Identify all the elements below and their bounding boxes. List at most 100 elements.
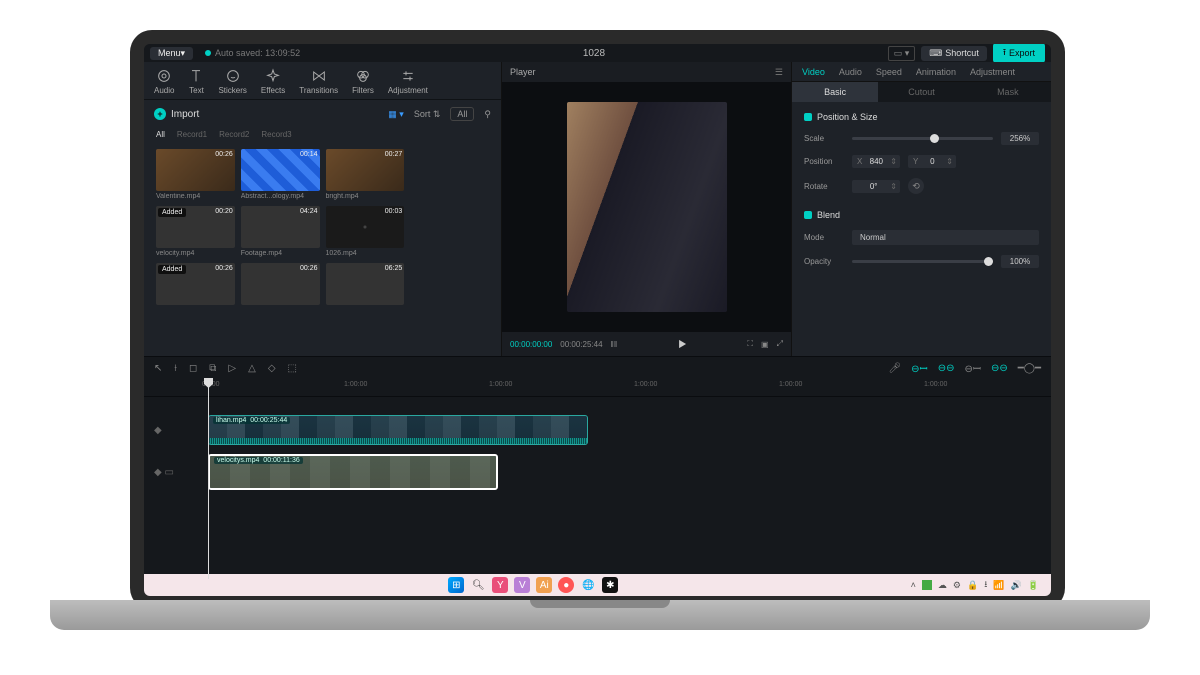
track-toggle-icon[interactable]: ◆ ▭ xyxy=(154,467,184,478)
export-button[interactable]: ⭱ Export xyxy=(993,44,1045,63)
lib-tab-r3[interactable]: Record3 xyxy=(261,130,291,139)
tab-speed[interactable]: Speed xyxy=(876,67,902,77)
tab-audio[interactable]: Audio xyxy=(839,67,862,77)
subtab-basic[interactable]: Basic xyxy=(792,82,878,102)
rotate-reset-icon[interactable]: ⟲ xyxy=(908,178,924,194)
scale-value[interactable]: 256% xyxy=(1001,132,1039,145)
media-item[interactable]: Added00:20velocity.mp4 xyxy=(156,206,235,257)
media-item[interactable]: 00:14Abstract...ology.mp4 xyxy=(241,149,320,200)
tool-effects[interactable]: Effects xyxy=(261,68,285,95)
tool-transitions[interactable]: Transitions xyxy=(299,68,338,95)
link4-icon[interactable]: ⊖⊖ xyxy=(991,363,1008,374)
view-grid-icon[interactable]: ▦ ▾ xyxy=(388,109,404,120)
position-label: Position xyxy=(804,157,844,166)
system-tray[interactable]: ˄ ☁⚙🔒⭳📶🔊🔋 xyxy=(911,577,1039,593)
media-item[interactable]: Added00:26 xyxy=(156,263,235,305)
media-item[interactable]: 04:24Footage.mp4 xyxy=(241,206,320,257)
rotate-input[interactable]: 0°⇕ xyxy=(852,180,900,193)
fullscreen-icon[interactable]: ⤢ xyxy=(777,339,783,349)
search-icon[interactable]: ⚲ xyxy=(484,109,491,120)
position-y-input[interactable]: Y0⇕ xyxy=(908,155,956,168)
crop2-icon[interactable]: ⬚ xyxy=(288,363,297,374)
timeline-panel: ↖ ⟊ ◻ ⧉ ▷ △ ◇ ⬚ 🎤︎ ⊖ꟷ ⊖⊖ ⊖ꟷ ⊖⊖ ━◯━ 00:00… xyxy=(144,356,1051,574)
link2-icon[interactable]: ⊖⊖ xyxy=(938,363,955,374)
play-icon[interactable]: ▷ xyxy=(228,363,236,374)
lib-tab-all[interactable]: All xyxy=(156,130,165,139)
player-menu-icon[interactable]: ☰ xyxy=(775,67,783,78)
app-icon[interactable]: ● xyxy=(558,577,574,593)
timeline-tracks[interactable]: ◆ lihan.mp4 00:00:25:44 ◆ ▭ velocitys.mp… xyxy=(144,397,1051,574)
media-item[interactable]: 00:031026.mp4 xyxy=(326,206,405,257)
media-item[interactable]: 00:26Valentine.mp4 xyxy=(156,149,235,200)
tool-filters[interactable]: Filters xyxy=(352,68,374,95)
lib-tab-r1[interactable]: Record1 xyxy=(177,130,207,139)
opacity-label: Opacity xyxy=(804,257,844,266)
diamond-icon[interactable]: ◇ xyxy=(268,363,276,374)
media-item[interactable]: 00:26 xyxy=(241,263,320,305)
warn-icon[interactable]: △ xyxy=(248,363,256,374)
shortcut-button[interactable]: ⌨ Shortcut xyxy=(921,46,987,61)
prev-frame-icon[interactable]: ‖‖ xyxy=(611,340,618,349)
crop-icon[interactable]: ◻ xyxy=(189,363,197,374)
position-x-input[interactable]: X840⇕ xyxy=(852,155,900,168)
timeline-toolbar: ↖ ⟊ ◻ ⧉ ▷ △ ◇ ⬚ 🎤︎ ⊖ꟷ ⊖⊖ ⊖ꟷ ⊖⊖ ━◯━ xyxy=(144,357,1051,379)
player-viewport[interactable] xyxy=(502,82,791,332)
search-icon[interactable]: 🔍︎ xyxy=(470,577,486,593)
tab-video[interactable]: Video xyxy=(802,67,825,77)
tool-audio[interactable]: Audio xyxy=(154,68,174,95)
media-grid: 00:26Valentine.mp4 00:14Abstract...ology… xyxy=(144,141,501,356)
scale-fit-icon[interactable]: ⛶ xyxy=(747,339,753,349)
tab-animation[interactable]: Animation xyxy=(916,67,956,77)
media-item[interactable]: 00:27bright.mp4 xyxy=(326,149,405,200)
subtab-mask[interactable]: Mask xyxy=(965,82,1051,102)
player-panel: Player ☰ 00:00:00:00 00:00:25:44 ‖‖ ⛶ ▣ … xyxy=(502,62,792,356)
menu-button[interactable]: Menu▾ xyxy=(150,47,193,60)
ratio-icon[interactable]: ▣ xyxy=(761,340,769,349)
play-icon[interactable] xyxy=(675,337,689,351)
tab-adjustment[interactable]: Adjustment xyxy=(970,67,1015,77)
media-item[interactable]: 06:25 xyxy=(326,263,405,305)
clip-velocitys[interactable]: velocitys.mp4 00:00:11:36 xyxy=(208,454,498,490)
edge-icon[interactable]: 🌐 xyxy=(580,577,596,593)
opacity-slider[interactable] xyxy=(852,260,993,263)
tool-stickers[interactable]: Stickers xyxy=(218,68,246,95)
opacity-value[interactable]: 100% xyxy=(1001,255,1039,268)
scale-label: Scale xyxy=(804,134,844,143)
import-plus-icon: + xyxy=(154,108,166,120)
clip-lihan[interactable]: lihan.mp4 00:00:25:44 xyxy=(208,415,588,445)
capcut-icon[interactable]: ✱ xyxy=(602,577,618,593)
subtab-cutout[interactable]: Cutout xyxy=(878,82,964,102)
timecode-duration: 00:00:25:44 xyxy=(560,340,602,349)
sort-button[interactable]: Sort ⇅ xyxy=(414,109,441,120)
app-icon[interactable]: Y xyxy=(492,577,508,593)
timeline-ruler[interactable]: 00:00 1:00:00 1:00:00 1:00:00 1:00:00 1:… xyxy=(144,379,1051,397)
lib-tab-r2[interactable]: Record2 xyxy=(219,130,249,139)
copy-icon[interactable]: ⧉ xyxy=(209,363,216,374)
tool-adjustment[interactable]: Adjustment xyxy=(388,68,428,95)
filter-all-button[interactable]: All xyxy=(450,107,474,121)
tool-text[interactable]: Text xyxy=(188,68,204,95)
zoom-slider-icon[interactable]: ━◯━ xyxy=(1018,363,1041,374)
scale-slider[interactable] xyxy=(852,137,993,140)
playhead[interactable] xyxy=(208,379,209,579)
track-toggle-icon[interactable]: ◆ xyxy=(154,425,184,436)
link3-icon[interactable]: ⊖ꟷ xyxy=(964,361,981,375)
autosave-indicator: Auto saved: 13:09:52 xyxy=(205,48,300,58)
link1-icon[interactable]: ⊖ꟷ xyxy=(911,361,928,375)
pointer-icon[interactable]: ↖ xyxy=(154,363,162,374)
titlebar: Menu▾ Auto saved: 13:09:52 1028 ▭ ▾ ⌨ Sh… xyxy=(144,44,1051,62)
split-icon[interactable]: ⟊ xyxy=(174,363,177,374)
app-icon[interactable]: Ai xyxy=(536,577,552,593)
blend-mode-select[interactable]: Normal xyxy=(852,230,1039,245)
tray-icon[interactable] xyxy=(922,580,932,590)
laptop-base xyxy=(50,600,1150,630)
mic-icon[interactable]: 🎤︎ xyxy=(888,363,901,374)
aspect-button[interactable]: ▭ ▾ xyxy=(888,46,916,61)
app-icon[interactable]: V xyxy=(514,577,530,593)
properties-panel: Video Audio Speed Animation Adjustment B… xyxy=(792,62,1051,356)
chevron-up-icon[interactable]: ˄ xyxy=(911,580,916,590)
project-title: 1028 xyxy=(300,48,888,59)
mode-label: Mode xyxy=(804,233,844,242)
start-icon[interactable]: ⊞ xyxy=(448,577,464,593)
import-button[interactable]: + Import xyxy=(154,108,199,120)
